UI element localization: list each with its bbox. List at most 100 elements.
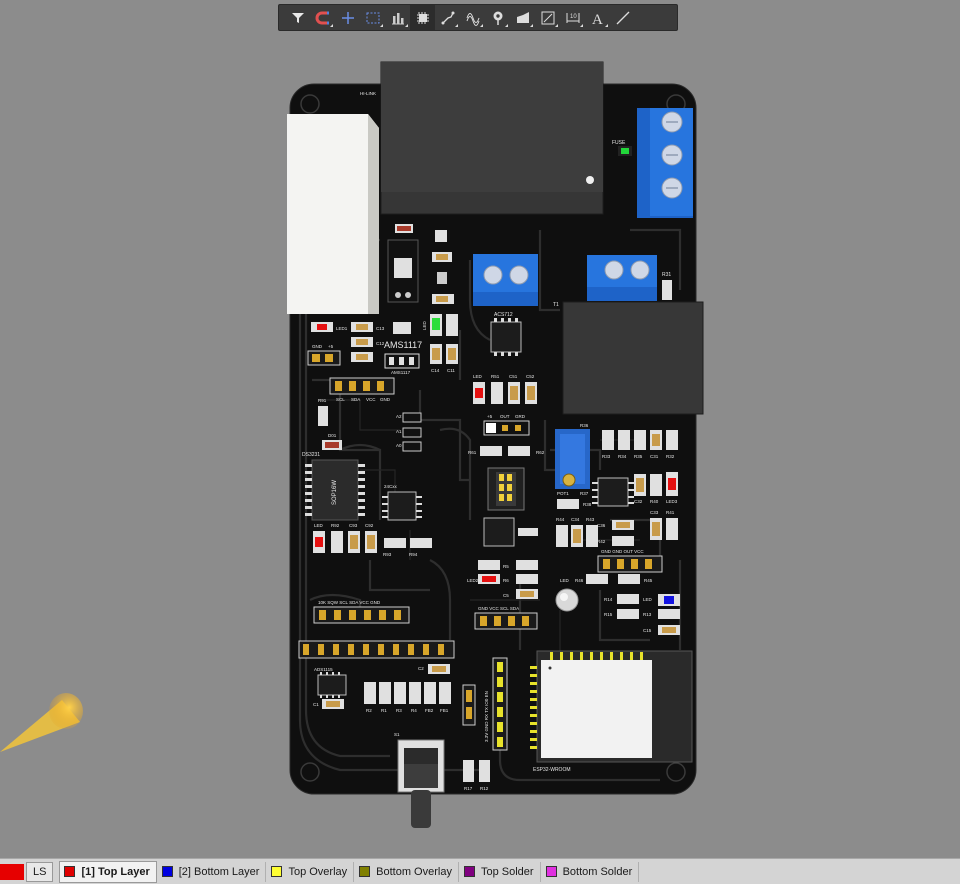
svg-text:10: 10 [570, 14, 577, 20]
r41-label: R41 [666, 510, 675, 515]
c13-label: C13 [376, 326, 385, 331]
dimension-button[interactable]: 10 [560, 5, 585, 30]
c1-label: C1 [313, 702, 319, 707]
led-r51-label: LED [473, 374, 483, 379]
r37-label: R37 [580, 491, 589, 496]
sda-label: SDA [351, 397, 360, 402]
line-button[interactable] [610, 5, 635, 30]
out-plus5-label: +5 [487, 414, 493, 419]
led3-label: LED3 [666, 499, 678, 504]
r2-label: R2 [366, 708, 372, 713]
esp-label: ESP32-WROOM [533, 767, 571, 773]
gnd-gnd-out-vcc-label: GND GND OUT VCC [601, 549, 644, 554]
line-icon [616, 11, 629, 24]
ads1115-label: ADS1115 [314, 667, 333, 672]
filter-button[interactable] [285, 5, 310, 30]
layer-tab-label: [2] Bottom Layer [178, 865, 260, 878]
rtc-header-label: 10K SQW SCL SDA VCC GND [318, 600, 381, 605]
r34-label: R34 [618, 454, 627, 459]
esp-pins-label: 3.3V GND RX TX IO0 EN [484, 691, 489, 742]
add-point-button[interactable] [335, 5, 360, 30]
hilink-label: HI-LINK [360, 91, 376, 96]
r91-label: R91 [318, 398, 327, 403]
r45-label: R45 [644, 578, 653, 583]
ams1117-label: AMS1117 [384, 340, 422, 350]
r15-label: R15 [604, 612, 613, 617]
led-white [555, 588, 579, 612]
differential-pair-button[interactable] [460, 5, 485, 30]
r31-label: R31 [662, 272, 671, 278]
led-green-label: LED [422, 320, 427, 330]
scl-label: SCL [336, 397, 345, 402]
place-component-button[interactable] [410, 5, 435, 30]
led-b-label: LED [314, 523, 324, 528]
c93-label: C93 [349, 523, 358, 528]
polygon-pour-button[interactable] [510, 5, 535, 30]
pcb-3d-view[interactable]: HI-LINK FUSE R31 T1 LED1 C13 C12 AMS1117… [0, 36, 960, 856]
layer-tab-label: Top Solder [480, 865, 534, 878]
r51-label: R51 [491, 374, 500, 379]
r5-label: R5 [503, 564, 509, 569]
r14-label: R14 [604, 597, 613, 602]
r33-label: R33 [602, 454, 611, 459]
at24cxx-label: 24Cxx [384, 484, 398, 489]
c14-label: C14 [431, 368, 440, 373]
layer-tab-bottom-overlay[interactable]: Bottom Overlay [355, 861, 459, 882]
crosshair-icon [341, 11, 354, 24]
r40-label: R40 [650, 499, 659, 504]
r44-label: R44 [556, 517, 565, 522]
place-via-button[interactable] [485, 5, 510, 30]
r4-label: R4 [411, 708, 417, 713]
layer-tab-bottom-solder[interactable]: Bottom Solder [542, 861, 640, 882]
c33-label: C33 [650, 510, 659, 515]
acs712-sensor [490, 321, 522, 353]
region-button[interactable] [535, 5, 560, 30]
fuse-label: FUSE [612, 140, 626, 146]
relay-white [287, 114, 379, 314]
pot1-label: POT1 [557, 491, 569, 496]
r6-label: R6 [503, 578, 509, 583]
layer-tab-label: Bottom Overlay [376, 865, 452, 878]
layer-tab-label: Top Overlay [288, 865, 348, 878]
c36-label: C36 [597, 523, 606, 528]
grd-label: GRD [515, 414, 526, 419]
string-button[interactable]: A [585, 5, 610, 30]
layer-tab-top-layer[interactable]: [1] Top Layer [59, 860, 157, 883]
r61-label: R61 [468, 450, 477, 455]
interactive-routing-button[interactable] [310, 5, 335, 30]
i2c-header-label: GND VCC SCL SDA [478, 606, 519, 611]
led-white-label: LED [560, 578, 570, 583]
c31-label: C31 [650, 454, 659, 459]
layer-set-button[interactable]: LS [26, 861, 54, 882]
layer-tab-top-overlay[interactable]: Top Overlay [267, 861, 355, 882]
layer-tab-bottom-layer[interactable]: [2] Bottom Layer [158, 861, 267, 882]
c2-label: C2 [418, 666, 424, 671]
align-button[interactable] [385, 5, 410, 30]
light-source-indicator [0, 693, 83, 752]
route-button[interactable] [435, 5, 460, 30]
ds3231-label: DS3231 [302, 452, 320, 458]
gnd2-label: GND [380, 397, 391, 402]
svg-text:A: A [592, 12, 603, 26]
terminal-block-3pin [637, 108, 693, 218]
out-label: OUT [500, 414, 510, 419]
terminal-block-2pin-left [473, 254, 538, 306]
t1-label: T1 [553, 302, 559, 308]
select-rectangle-button[interactable] [360, 5, 385, 30]
led-blue-label: LED [643, 597, 653, 602]
ads1115-adc [317, 674, 347, 696]
current-layer-color-icon [0, 863, 24, 880]
a1-label: A1 [396, 429, 402, 434]
c5-label: C5 [503, 593, 509, 598]
top-overlay-swatch-icon [271, 866, 283, 877]
select-rect-icon [366, 12, 379, 23]
fb2-label: FB2 [425, 708, 434, 713]
r62-label: R62 [536, 450, 545, 455]
top-layer-swatch-icon [64, 866, 76, 877]
layer-tab-top-solder[interactable]: Top Solder [460, 861, 541, 882]
component-icon [416, 11, 429, 24]
fb1-label: FB1 [440, 708, 449, 713]
r35-label: R35 [634, 454, 643, 459]
layer-tabs-bar: LS [1] Top Layer [2] Bottom Layer Top Ov… [0, 858, 960, 884]
d01-label: D01 [328, 433, 337, 438]
